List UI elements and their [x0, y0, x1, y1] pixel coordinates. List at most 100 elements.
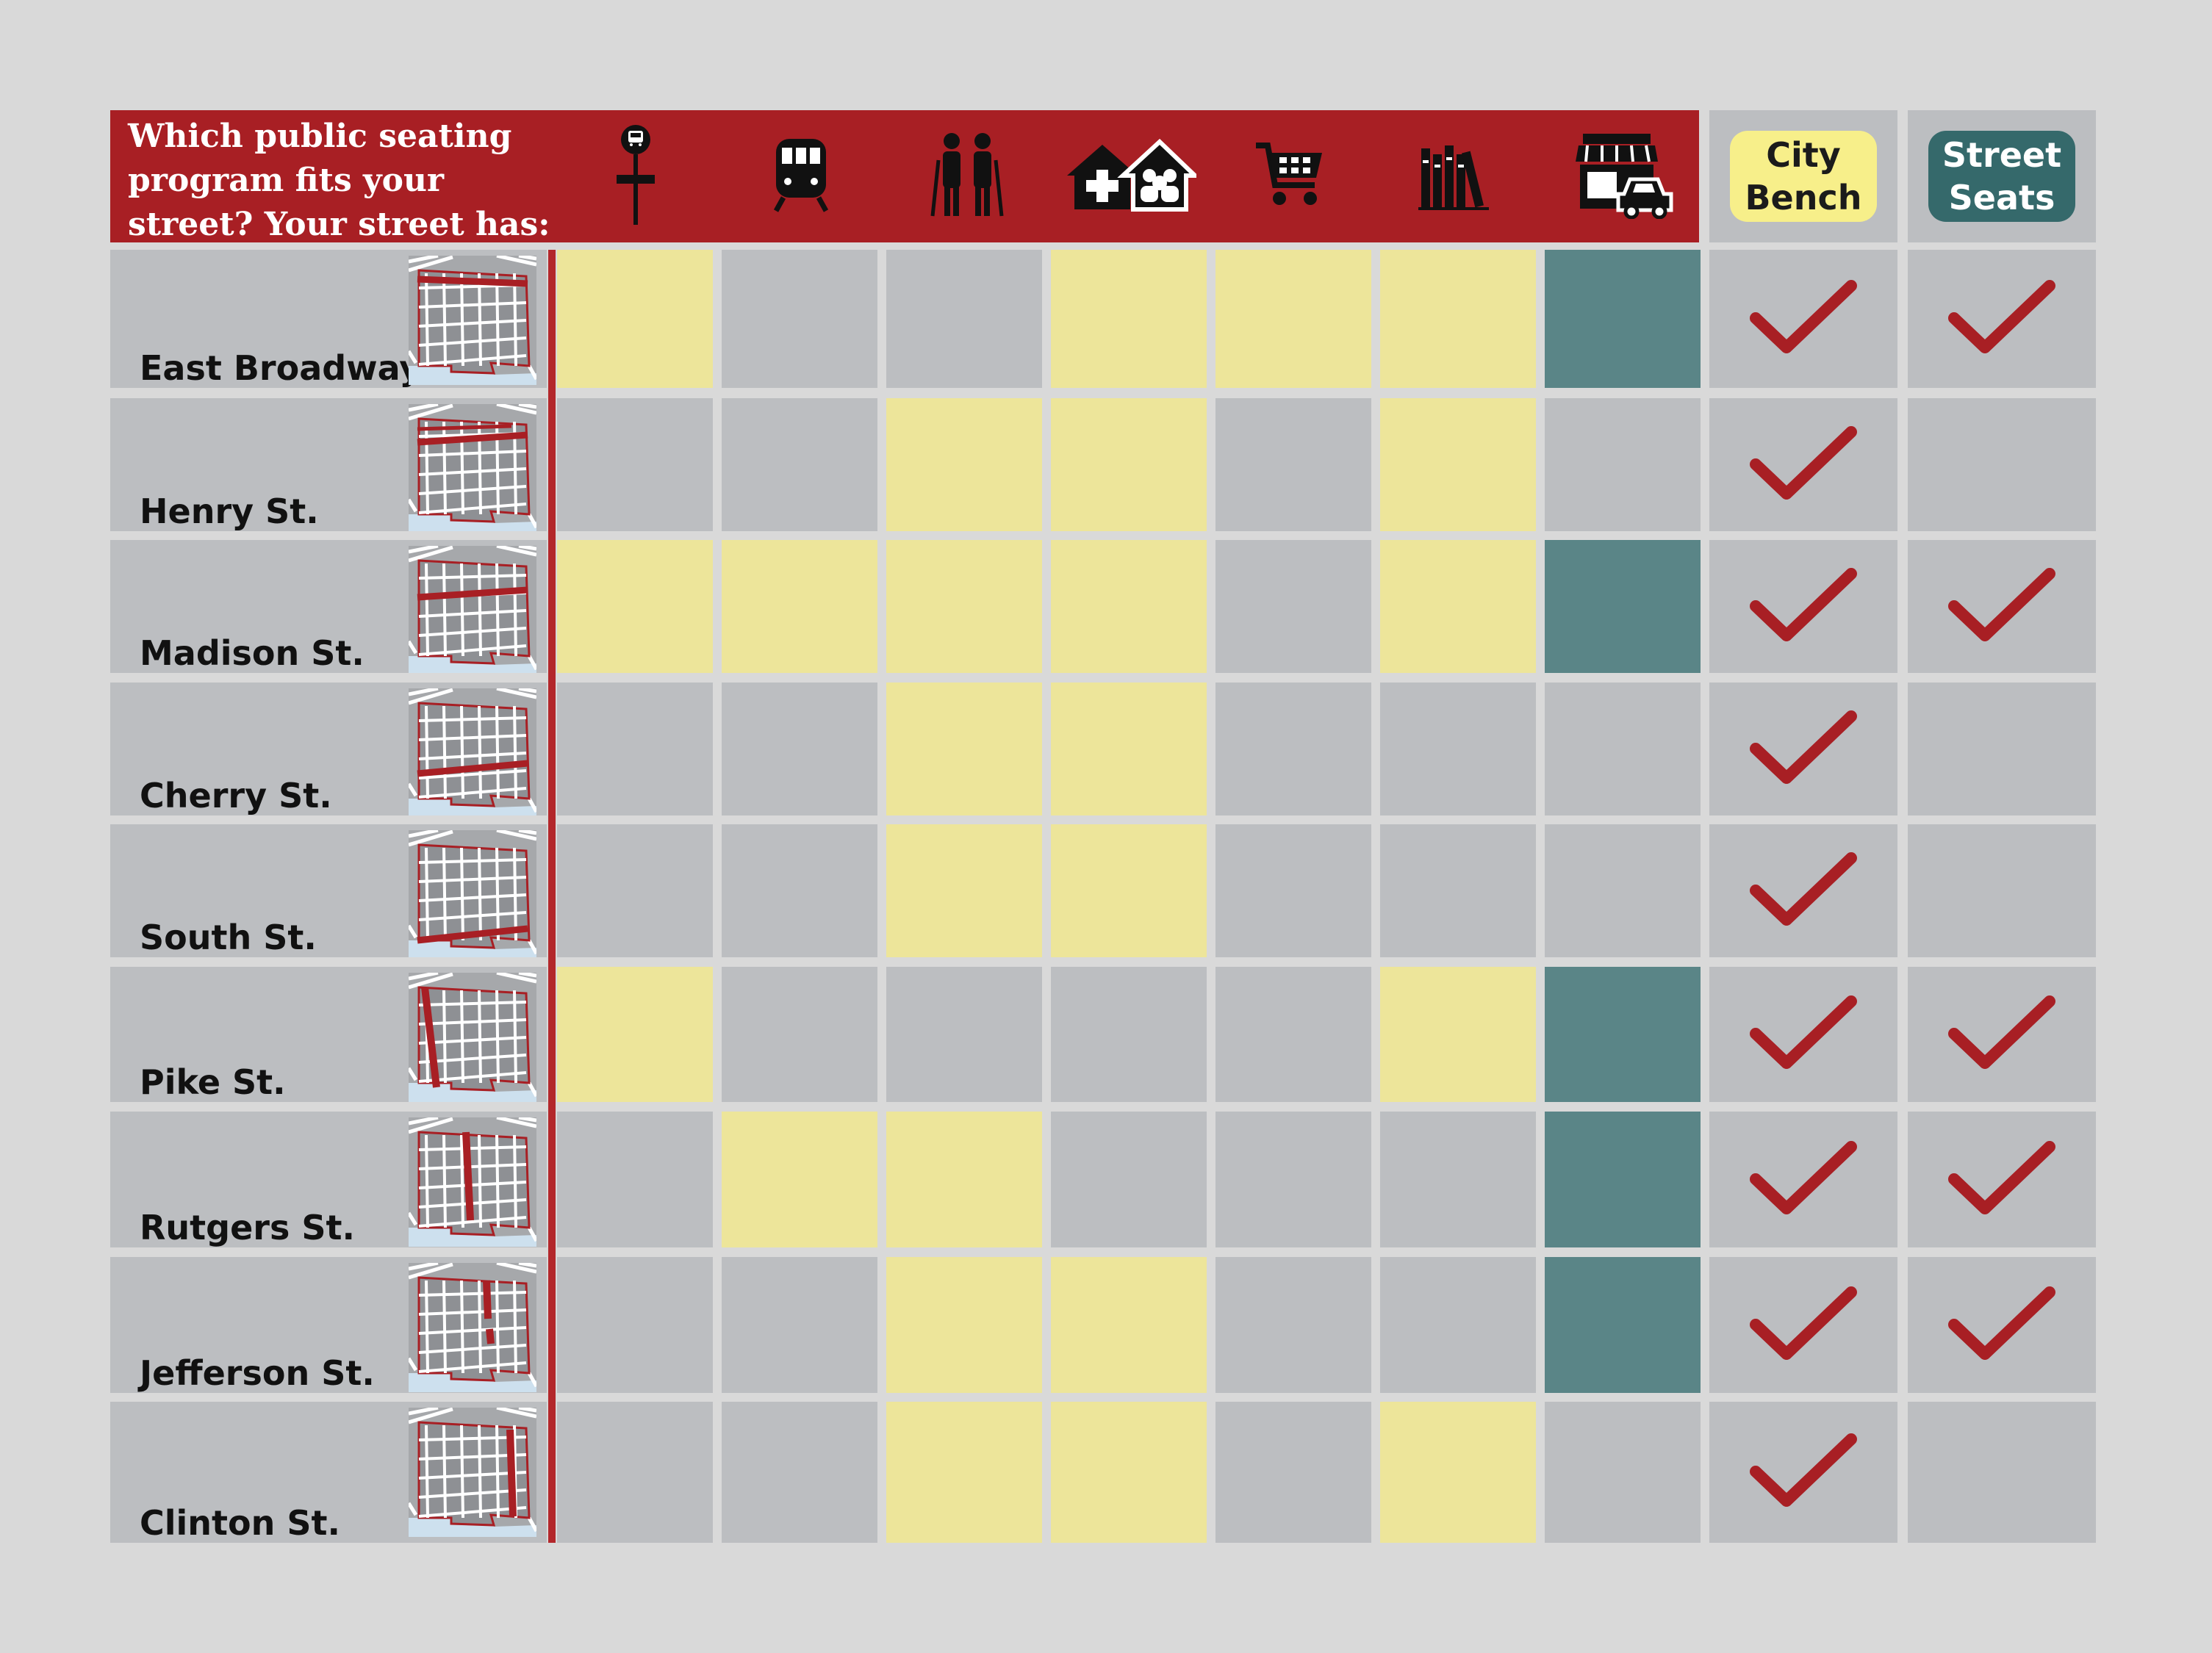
amenity-cell-shopping-cart — [1215, 398, 1371, 531]
checkmark-icon — [1748, 1283, 1859, 1367]
amenity-cell-health-community-center — [1051, 398, 1207, 531]
amenity-cell-shopping-cart — [1215, 1257, 1371, 1393]
amenity-cell-shopping-cart — [1215, 683, 1371, 815]
street-map-thumbnail — [406, 1261, 539, 1392]
street-seats-cell — [1908, 540, 2096, 673]
row-header-divider — [548, 250, 556, 1543]
amenity-cell-health-community-center — [1051, 540, 1207, 673]
street-name: South St. — [140, 918, 317, 957]
amenity-cell-subway — [722, 683, 877, 815]
street-seats-cell — [1908, 683, 2096, 815]
street-seats-cell — [1908, 1112, 2096, 1247]
street-map-thumbnail — [406, 544, 539, 673]
amenity-cell-library — [1380, 824, 1536, 957]
street-name: Clinton St. — [140, 1503, 340, 1543]
amenity-cell-library — [1380, 250, 1536, 388]
amenity-cell-seniors — [886, 1402, 1042, 1543]
street-seats-cell — [1908, 824, 2096, 957]
street-map-thumbnail — [406, 1405, 539, 1537]
city-bench-cell — [1709, 967, 1897, 1102]
street-seats-cell — [1908, 398, 2096, 531]
amenity-cell-bus-stop — [557, 1402, 713, 1543]
amenity-cell-seniors — [886, 250, 1042, 388]
street-name: Cherry St. — [140, 776, 332, 815]
checkmark-icon — [1748, 1430, 1859, 1514]
amenity-cell-bus-stop — [557, 398, 713, 531]
city-bench-cell — [1709, 250, 1897, 388]
amenity-cell-health-community-center — [1051, 1112, 1207, 1247]
amenity-cell-health-community-center — [1051, 250, 1207, 388]
street-map-thumbnail — [406, 253, 539, 385]
street-map-thumbnail — [406, 970, 539, 1102]
checkmark-icon — [1947, 993, 2057, 1076]
street-map-thumbnail — [406, 1115, 539, 1247]
subway-icon — [728, 116, 875, 234]
city-bench-cell — [1709, 824, 1897, 957]
bus-stop-icon — [562, 116, 709, 234]
amenity-cell-storefront — [1545, 967, 1701, 1102]
city-bench-cell — [1709, 398, 1897, 531]
storefront-icon — [1551, 116, 1698, 234]
amenity-cell-seniors — [886, 540, 1042, 673]
amenity-cell-bus-stop — [557, 824, 713, 957]
city-bench-cell — [1709, 683, 1897, 815]
street-row-header: Clinton St. — [110, 1402, 547, 1543]
amenity-cell-seniors — [886, 1257, 1042, 1393]
amenity-cell-storefront — [1545, 250, 1701, 388]
checkmark-icon — [1748, 707, 1859, 791]
seating-program-chart: Which public seating program fits your s… — [0, 0, 2212, 1653]
amenity-cell-storefront — [1545, 540, 1701, 673]
amenity-cell-library — [1380, 1112, 1536, 1247]
amenity-cell-library — [1380, 540, 1536, 673]
street-map-thumbnail — [406, 402, 539, 531]
checkmark-icon — [1947, 565, 2057, 649]
street-name: Rutgers St. — [140, 1208, 355, 1247]
library-icon — [1382, 116, 1529, 234]
amenity-cell-storefront — [1545, 683, 1701, 815]
amenity-cell-bus-stop — [557, 683, 713, 815]
street-seats-cell — [1908, 250, 2096, 388]
street-name: Madison St. — [140, 633, 365, 673]
header-question: Which public seating program fits your s… — [128, 118, 550, 243]
amenity-cell-library — [1380, 1257, 1536, 1393]
shopping-cart-icon — [1216, 116, 1363, 234]
amenity-cell-library — [1380, 398, 1536, 531]
street-seats-label: Street Seats — [1928, 131, 2075, 222]
amenity-cell-health-community-center — [1051, 967, 1207, 1102]
amenity-cell-seniors — [886, 824, 1042, 957]
street-row-header: South St. — [110, 824, 547, 957]
city-bench-cell — [1709, 540, 1897, 673]
amenity-cell-health-community-center — [1051, 1402, 1207, 1543]
amenity-cell-bus-stop — [557, 250, 713, 388]
street-map-thumbnail — [406, 686, 539, 815]
amenity-cell-library — [1380, 1402, 1536, 1543]
checkmark-icon — [1748, 423, 1859, 507]
amenity-cell-subway — [722, 967, 877, 1102]
checkmark-icon — [1947, 1138, 2057, 1222]
street-row-header: Cherry St. — [110, 683, 547, 815]
amenity-cell-shopping-cart — [1215, 250, 1371, 388]
city-bench-cell — [1709, 1257, 1897, 1393]
street-name: Pike St. — [140, 1062, 286, 1102]
city-bench-label: City Bench — [1730, 131, 1877, 222]
amenity-cell-shopping-cart — [1215, 540, 1371, 673]
amenity-cell-shopping-cart — [1215, 1112, 1371, 1247]
amenity-cell-seniors — [886, 683, 1042, 815]
amenity-cell-storefront — [1545, 824, 1701, 957]
checkmark-icon — [1748, 849, 1859, 933]
amenity-cell-bus-stop — [557, 540, 713, 673]
street-name: East Broadway — [140, 348, 422, 388]
amenity-cell-seniors — [886, 967, 1042, 1102]
amenity-cell-shopping-cart — [1215, 1402, 1371, 1543]
city-bench-cell — [1709, 1112, 1897, 1247]
amenity-cell-storefront — [1545, 1257, 1701, 1393]
amenity-cell-subway — [722, 1402, 877, 1543]
amenity-cell-health-community-center — [1051, 824, 1207, 957]
amenity-cell-subway — [722, 1257, 877, 1393]
checkmark-icon — [1947, 277, 2057, 361]
street-name: Henry St. — [140, 491, 319, 531]
amenity-cell-bus-stop — [557, 967, 713, 1102]
checkmark-icon — [1748, 277, 1859, 361]
amenity-cell-subway — [722, 250, 877, 388]
street-seats-header: Street Seats — [1908, 110, 2096, 242]
